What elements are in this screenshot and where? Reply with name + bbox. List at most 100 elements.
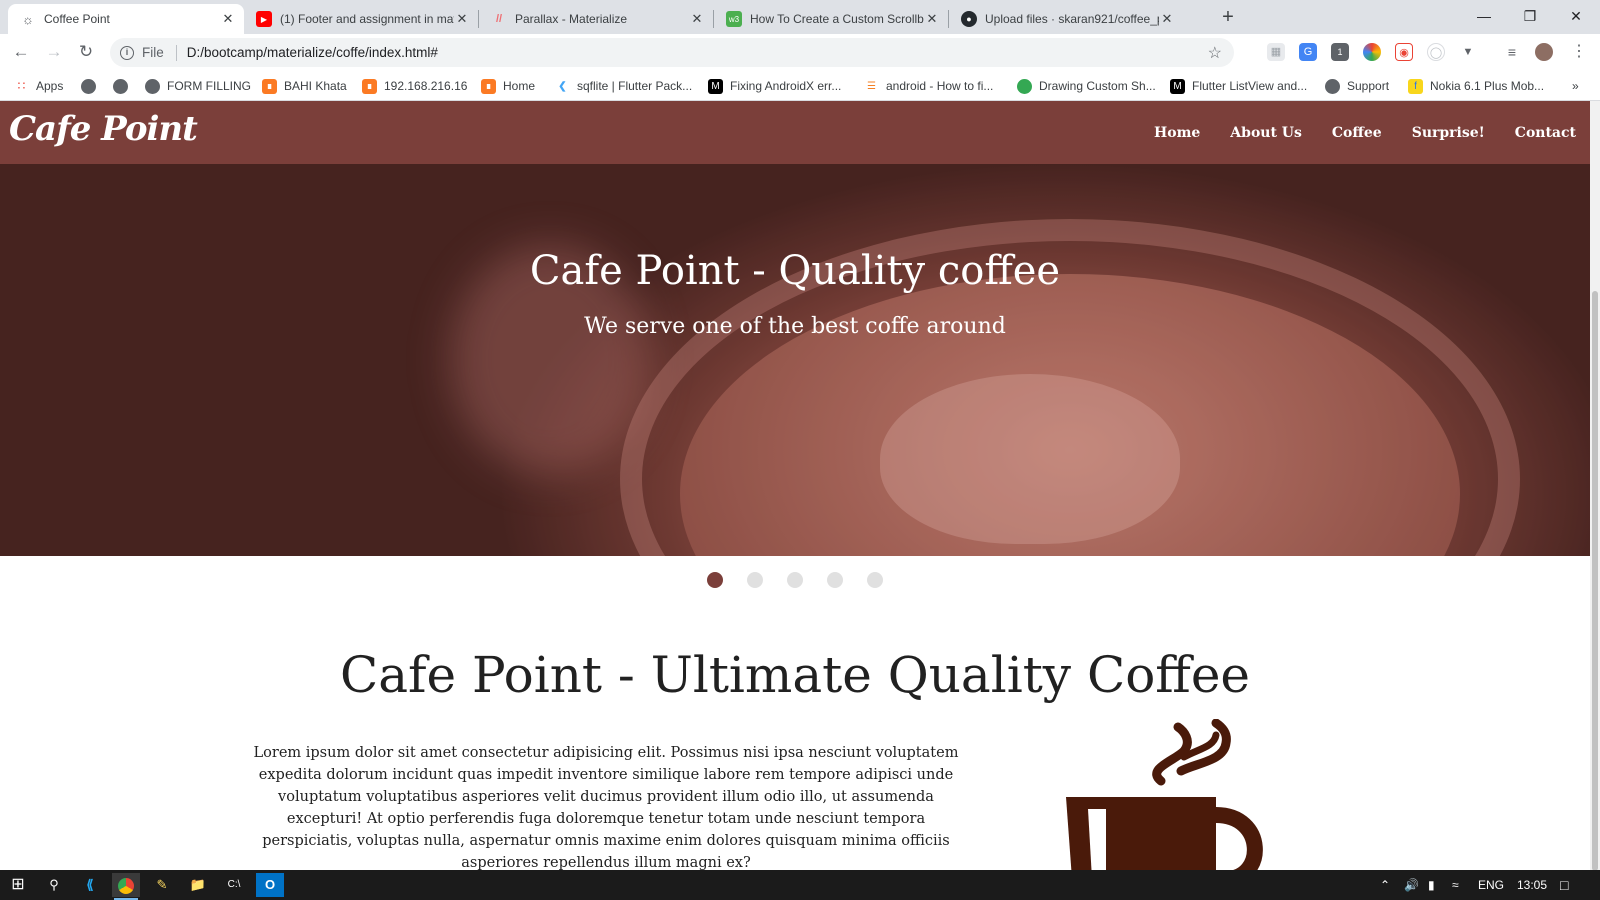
- slider-indicators: [0, 572, 1590, 588]
- tab-youtube[interactable]: ▶ (1) Footer and assignment in mat ✕: [244, 4, 478, 34]
- tray-chevron-icon[interactable]: ⌃: [1380, 870, 1390, 900]
- brand-logo[interactable]: Cafe Point: [9, 109, 198, 149]
- scrollbar-thumb[interactable]: [1592, 291, 1598, 871]
- bookmark-drawing[interactable]: Drawing Custom Sh...: [1017, 77, 1156, 95]
- bookmark-listview[interactable]: M Flutter ListView and...: [1170, 77, 1307, 95]
- bookmark-label: Apps: [36, 79, 64, 93]
- bookmark-globe-1[interactable]: [81, 77, 103, 95]
- bookmark-android[interactable]: ☰ android - How to fi...: [864, 77, 993, 95]
- wifi-icon[interactable]: ≈: [1452, 870, 1459, 900]
- tab-title: Coffee Point: [44, 12, 110, 26]
- slider-dot[interactable]: [707, 572, 723, 588]
- battery-icon[interactable]: ▮: [1428, 870, 1435, 900]
- bookmark-label: Drawing Custom Sh...: [1039, 79, 1156, 93]
- cmd-icon[interactable]: C:\: [220, 873, 248, 897]
- xampp-icon: ∎: [481, 78, 496, 94]
- bookmark-support[interactable]: Support: [1325, 77, 1389, 95]
- bookmark-nokia[interactable]: f Nokia 6.1 Plus Mob...: [1408, 77, 1544, 95]
- bookmark-label: Nokia 6.1 Plus Mob...: [1430, 79, 1545, 93]
- green-circle-icon: [1017, 78, 1032, 94]
- w3schools-icon: w3: [726, 11, 742, 27]
- menu-dots-icon[interactable]: ⋮: [1570, 43, 1588, 61]
- language-indicator[interactable]: ENG: [1478, 870, 1504, 900]
- bookmark-bahi-khata[interactable]: ∎ BAHI Khata: [262, 77, 347, 95]
- windows-taskbar: ⊞ ⚲ ⟪ ✎ 📁 C:\ O ⌃ 🔊 ▮ ≈ ENG 13:05 □: [0, 870, 1600, 900]
- close-tab-icon[interactable]: ✕: [454, 11, 470, 27]
- minimize-button[interactable]: —: [1462, 4, 1506, 28]
- bookmarks-bar: ∷ Apps FORM FILLING ∎ BAHI Khata ∎ 192.168.…: [0, 71, 1600, 101]
- bookmark-androidx[interactable]: M Fixing AndroidX err...: [708, 77, 841, 95]
- bookmark-label: Support: [1347, 79, 1390, 93]
- globe-icon: [145, 78, 160, 94]
- bookmark-label: BAHI Khata: [284, 79, 347, 93]
- color-picker-icon[interactable]: [1363, 43, 1381, 61]
- slider-dot[interactable]: [827, 572, 843, 588]
- web-page: Cafe Point Home About Us Coffee Surprise…: [0, 101, 1590, 870]
- bookmark-label: 192.168.216.16: [384, 79, 468, 93]
- media-controls-icon[interactable]: ≡: [1503, 43, 1521, 61]
- slider-dot[interactable]: [867, 572, 883, 588]
- medium-icon: M: [1170, 78, 1185, 94]
- globe-icon: [113, 78, 128, 94]
- bookmark-globe-2[interactable]: [113, 77, 135, 95]
- hero-slider[interactable]: Cafe Point - Quality coffee We serve one…: [0, 164, 1590, 556]
- chrome-icon[interactable]: [112, 873, 140, 900]
- nav-home[interactable]: Home: [1154, 125, 1200, 141]
- notepad-icon[interactable]: ✎: [148, 873, 176, 897]
- back-button[interactable]: ←: [9, 40, 33, 64]
- notification-icon[interactable]: □: [1560, 870, 1568, 900]
- info-icon[interactable]: i: [120, 45, 134, 60]
- bookmark-sqflite[interactable]: ❮ sqflite | Flutter Pack...: [555, 77, 692, 95]
- clock[interactable]: 13:05: [1517, 870, 1547, 900]
- nav-surprise[interactable]: Surprise!: [1412, 125, 1485, 141]
- tab-w3schools[interactable]: w3 How To Create a Custom Scrollba ✕: [714, 4, 948, 34]
- restore-button[interactable]: ❐: [1508, 4, 1552, 28]
- volume-icon[interactable]: 🔊: [1404, 870, 1419, 900]
- bookmark-ip[interactable]: ∎ 192.168.216.16: [362, 77, 467, 95]
- extension-icon[interactable]: ▦: [1267, 43, 1285, 61]
- close-tab-icon[interactable]: ✕: [1159, 11, 1175, 27]
- reload-button[interactable]: ↻: [74, 40, 98, 64]
- nav-coffee[interactable]: Coffee: [1332, 125, 1382, 141]
- clock-icon[interactable]: ◯: [1427, 43, 1445, 61]
- slider-dot[interactable]: [747, 572, 763, 588]
- extension-badge-icon[interactable]: 1: [1331, 43, 1349, 61]
- address-bar[interactable]: i File D:/bootcamp/materialize/coffe/ind…: [110, 38, 1234, 67]
- tab-github[interactable]: ● Upload files · skaran921/coffee_p ✕: [949, 4, 1183, 34]
- nav-contact[interactable]: Contact: [1515, 125, 1576, 141]
- file-explorer-icon[interactable]: 📁: [184, 873, 212, 897]
- url-scheme: File: [142, 45, 164, 60]
- bookmarks-overflow-icon[interactable]: »: [1572, 77, 1579, 95]
- bookmark-home[interactable]: ∎ Home: [481, 77, 535, 95]
- screenshot-icon[interactable]: ◉: [1395, 43, 1413, 61]
- close-window-button[interactable]: ✕: [1554, 4, 1598, 28]
- globe-icon: ☼: [22, 11, 34, 27]
- close-tab-icon[interactable]: ✕: [689, 11, 705, 27]
- bookmark-apps[interactable]: ∷ Apps: [14, 77, 64, 95]
- youtube-icon: ▶: [256, 11, 272, 27]
- close-tab-icon[interactable]: ✕: [924, 11, 940, 27]
- page-scrollbar[interactable]: [1590, 101, 1600, 871]
- search-icon[interactable]: ⚲: [40, 873, 68, 897]
- outlook-icon[interactable]: O: [256, 873, 284, 897]
- tab-materialize[interactable]: // Parallax - Materialize ✕: [479, 4, 713, 34]
- tab-coffee-point[interactable]: ☼ Coffee Point ✕: [8, 4, 244, 34]
- close-tab-icon[interactable]: ✕: [220, 11, 236, 27]
- forward-button[interactable]: →: [42, 40, 66, 64]
- translate-icon[interactable]: G: [1299, 43, 1317, 61]
- vue-devtools-icon[interactable]: ▼: [1459, 43, 1477, 61]
- coffee-cup-icon: [1066, 719, 1263, 870]
- materialize-icon: //: [495, 13, 503, 25]
- bookmark-star-icon[interactable]: ☆: [1208, 43, 1222, 63]
- globe-icon: [81, 78, 96, 94]
- nav-about-us[interactable]: About Us: [1230, 125, 1302, 141]
- bookmark-label: FORM FILLING: [167, 79, 252, 93]
- vscode-icon[interactable]: ⟪: [76, 873, 104, 897]
- windows-start-icon[interactable]: ⊞: [4, 873, 32, 897]
- tab-title: Parallax - Materialize: [515, 12, 628, 26]
- new-tab-button[interactable]: +: [1216, 6, 1240, 30]
- profile-avatar[interactable]: [1535, 43, 1553, 61]
- bookmark-form-filling[interactable]: FORM FILLING: [145, 77, 251, 95]
- globe-icon: [1325, 78, 1340, 94]
- slider-dot[interactable]: [787, 572, 803, 588]
